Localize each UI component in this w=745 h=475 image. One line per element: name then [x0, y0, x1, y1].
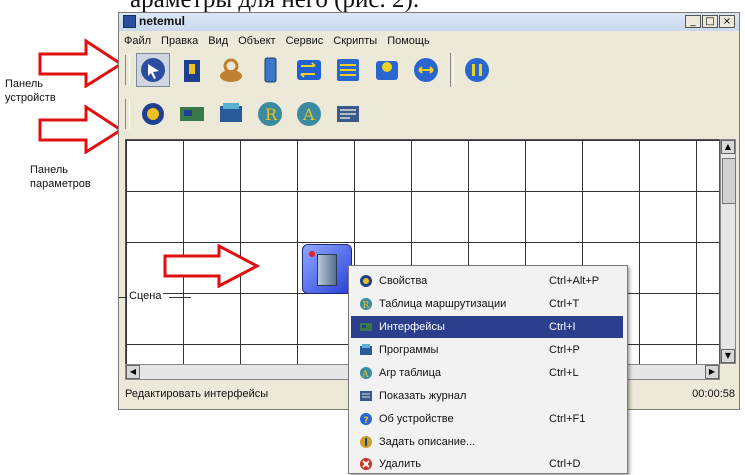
menu-file[interactable]: Файл [119, 33, 156, 49]
svg-text:R: R [265, 105, 278, 124]
maximize-button[interactable]: □ [702, 15, 718, 28]
window-title: netemul [139, 14, 186, 28]
context-menu: Свойства Ctrl+Alt+P R Таблица маршрутизац… [348, 265, 628, 474]
svg-text:R: R [363, 301, 370, 311]
svg-text:?: ? [364, 416, 369, 426]
menu-scripts[interactable]: Скрипты [328, 33, 382, 49]
description-icon [360, 436, 372, 448]
cable-icon[interactable] [175, 53, 209, 87]
devices-panel-label: Панель устройств [5, 78, 56, 104]
scroll-thumb[interactable] [722, 158, 736, 204]
svg-text:A: A [302, 105, 315, 124]
toolbar-grip[interactable] [125, 99, 130, 129]
cursor-icon[interactable] [136, 53, 170, 87]
menu-item-interfaces[interactable]: Интерфейсы Ctrl+I [351, 316, 623, 338]
scroll-down-button[interactable]: ▼ [721, 349, 735, 363]
pause-icon[interactable] [460, 53, 494, 87]
about-icon: ? [360, 413, 372, 426]
delete-icon [360, 458, 372, 470]
arp-icon: A [360, 367, 372, 380]
programs-icon [360, 344, 372, 355]
properties-icon [360, 275, 372, 287]
computer-device[interactable] [302, 244, 352, 294]
params-toolbar: R A [125, 95, 370, 133]
menu-item-programs[interactable]: Программы Ctrl+P [351, 339, 623, 361]
minimize-button[interactable]: _ [685, 15, 701, 28]
devices-toolbar [125, 51, 499, 89]
nic-icon[interactable] [175, 97, 209, 131]
routing-table-icon[interactable]: R [253, 97, 287, 131]
menu-view[interactable]: Вид [203, 33, 233, 49]
computer-icon[interactable] [253, 53, 287, 87]
menu-item-arp-table[interactable]: A Arp таблица Ctrl+L [351, 362, 623, 384]
scene-label: Сцена [127, 290, 164, 302]
arrow-params-icon [38, 104, 124, 154]
menu-item-set-description[interactable]: Задать описание... [351, 431, 623, 453]
arp-icon[interactable]: A [292, 97, 326, 131]
settings-icon[interactable] [136, 97, 170, 131]
hub-icon[interactable] [214, 53, 248, 87]
scroll-left-button[interactable]: ◀ [126, 365, 140, 379]
switch-icon[interactable] [292, 53, 326, 87]
arrow-scene-icon [163, 244, 261, 288]
menu-help[interactable]: Помощь [382, 33, 435, 49]
title-bar: netemul _ □ × [119, 13, 739, 31]
swap-icon[interactable] [409, 53, 443, 87]
menu-item-properties[interactable]: Свойства Ctrl+Alt+P [351, 270, 623, 292]
close-button[interactable]: × [719, 15, 735, 28]
vertical-scrollbar[interactable]: ▲ ▼ [720, 139, 736, 364]
scroll-up-button[interactable]: ▲ [721, 140, 735, 154]
app-icon [123, 15, 136, 28]
menu-edit[interactable]: Правка [156, 33, 203, 49]
menu-item-show-journal[interactable]: Показать журнал [351, 385, 623, 407]
menu-service[interactable]: Сервис [281, 33, 329, 49]
scroll-right-button[interactable]: ▶ [705, 365, 719, 379]
menu-bar: Файл Правка Вид Объект Сервис Скрипты По… [119, 33, 435, 49]
params-panel-label: Панель параметров [30, 164, 91, 190]
menu-item-about-device[interactable]: ? Об устройстве Ctrl+F1 [351, 408, 623, 430]
router-icon[interactable] [331, 53, 365, 87]
status-text: Редактировать интерфейсы [125, 388, 269, 400]
journal-icon [360, 391, 372, 401]
menu-item-routing-table[interactable]: R Таблица маршрутизации Ctrl+T [351, 293, 623, 315]
menu-item-delete[interactable]: Удалить Ctrl+D [351, 453, 623, 475]
journal-icon[interactable] [331, 97, 365, 131]
programs-icon[interactable] [214, 97, 248, 131]
wifi-ap-icon[interactable] [370, 53, 404, 87]
routing-table-icon: R [360, 298, 372, 311]
menu-object[interactable]: Объект [233, 33, 280, 49]
svg-text:A: A [361, 370, 369, 380]
toolbar-grip[interactable] [125, 55, 130, 85]
interfaces-icon [360, 323, 372, 331]
status-time: 00:00:58 [692, 388, 735, 400]
